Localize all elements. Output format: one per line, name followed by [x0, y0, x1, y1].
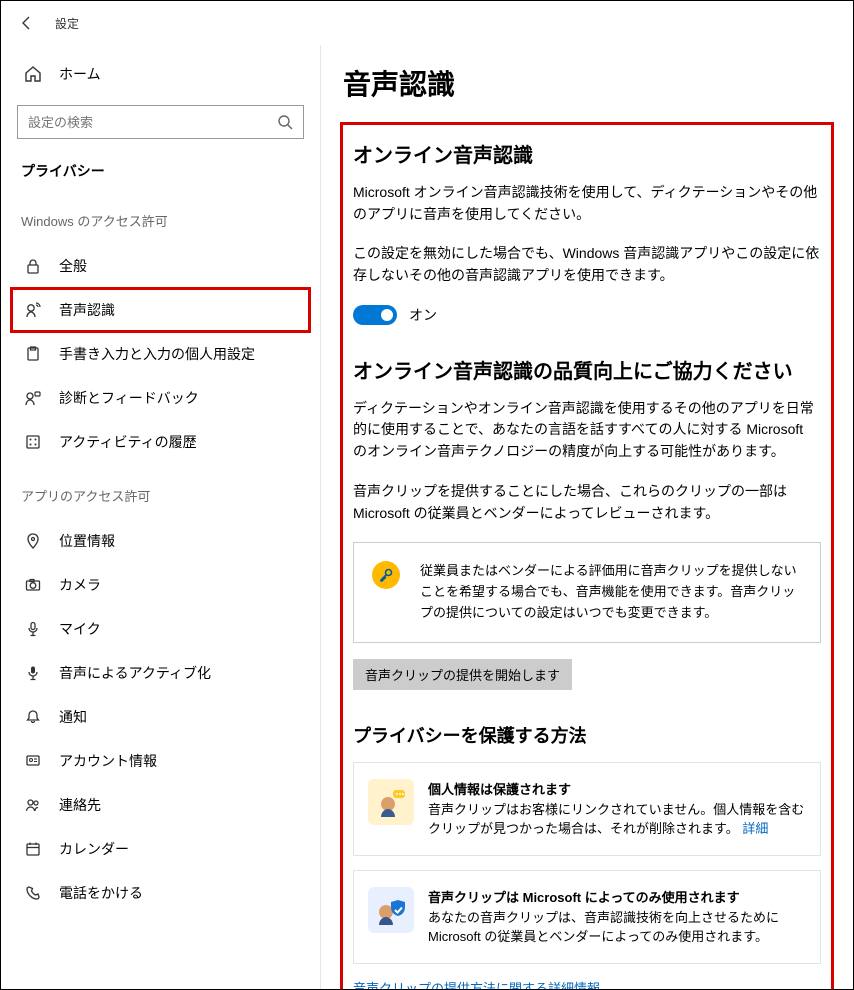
person-shield-icon	[368, 887, 414, 933]
titlebar: 設定	[1, 1, 853, 45]
person-chat-icon	[368, 779, 414, 825]
sidebar-item-label: 診断とフィードバック	[59, 388, 199, 408]
sidebar-item-mic[interactable]: マイク	[11, 607, 310, 651]
footer-learn-more-link[interactable]: 音声クリップの提供方法に関する詳細情報	[353, 978, 821, 989]
sidebar-item-label: 通知	[59, 707, 87, 727]
search-icon	[277, 114, 293, 130]
sidebar-item-account[interactable]: アカウント情報	[11, 739, 310, 783]
info-box: 従業員またはベンダーによる評価用に音声クリップを提供しないことを希望する場合でも…	[353, 542, 821, 642]
card1-learn-more-link[interactable]: 詳細	[742, 821, 768, 836]
search-box[interactable]	[17, 105, 304, 139]
card1-desc: 音声クリップはお客様にリンクされていません。個人情報を含むクリップが見つかった場…	[428, 800, 806, 839]
sidebar-item-label: カレンダー	[59, 839, 129, 859]
sidebar-item-label: 全般	[59, 256, 87, 276]
sidebar-item-label: アクティビティの履歴	[59, 432, 197, 452]
page-title: 音声認識	[343, 63, 831, 103]
feedback-icon	[21, 390, 45, 406]
card2-desc: あなたの音声クリップは、音声認識技術を向上させるために Microsoft の従…	[428, 908, 806, 947]
sidebar-item-label: 電話をかける	[59, 883, 143, 903]
sidebar-home[interactable]: ホーム	[11, 53, 310, 95]
highlighted-region: オンライン音声認識 Microsoft オンライン音声認識技術を使用して、ディク…	[343, 125, 831, 989]
home-icon	[21, 65, 45, 83]
sidebar-item-label: 連絡先	[59, 795, 101, 815]
account-icon	[21, 753, 45, 769]
speech-icon	[21, 302, 45, 318]
privacy-card-msonly: 音声クリップは Microsoft によってのみ使用されます あなたの音声クリッ…	[353, 870, 821, 964]
sidebar-item-phone[interactable]: 電話をかける	[11, 871, 310, 915]
back-button[interactable]	[13, 9, 41, 37]
sidebar-item-voice-activation[interactable]: 音声によるアクティブ化	[11, 651, 310, 695]
mic-icon	[21, 621, 45, 637]
info-box-text: 従業員またはベンダーによる評価用に音声クリップを提供しないことを希望する場合でも…	[420, 561, 802, 623]
contacts-icon	[21, 797, 45, 813]
sidebar-item-label: マイク	[59, 619, 101, 639]
sidebar-item-label: 位置情報	[59, 531, 115, 551]
sidebar-item-location[interactable]: 位置情報	[11, 519, 310, 563]
camera-icon	[21, 577, 45, 593]
section3-title: プライバシーを保護する方法	[353, 722, 821, 748]
sidebar-item-diag[interactable]: 診断とフィードバック	[11, 376, 310, 420]
section1-para1: Microsoft オンライン音声認識技術を使用して、ディクテーションやその他の…	[353, 182, 821, 225]
section2-para2: 音声クリップを提供することにした場合、これらのクリップの一部は Microsof…	[353, 481, 821, 524]
section1-title: オンライン音声認識	[353, 139, 821, 168]
sidebar-category-heading: プライバシー	[21, 161, 310, 181]
sidebar-item-calendar[interactable]: カレンダー	[11, 827, 310, 871]
sidebar-home-label: ホーム	[59, 64, 101, 84]
sidebar-item-contacts[interactable]: 連絡先	[11, 783, 310, 827]
group-label-apps: アプリのアクセス許可	[21, 486, 310, 505]
sidebar-item-activity[interactable]: アクティビティの履歴	[11, 420, 310, 464]
toggle-state-label: オン	[409, 305, 437, 325]
toggle-knob	[381, 309, 393, 321]
sidebar-item-general[interactable]: 全般	[11, 244, 310, 288]
content: 音声認識 オンライン音声認識 Microsoft オンライン音声認識技術を使用し…	[321, 45, 853, 989]
sidebar: ホーム プライバシー Windows のアクセス許可 全般 音声認識 手書き入力…	[1, 45, 321, 989]
sidebar-item-speech[interactable]: 音声認識	[11, 288, 310, 332]
titlebar-title: 設定	[55, 15, 79, 32]
section1-para2: この設定を無効にした場合でも、Windows 音声認識アプリやこの設定に依存しな…	[353, 243, 821, 286]
online-speech-toggle[interactable]	[353, 305, 397, 325]
arrow-left-icon	[19, 15, 35, 31]
privacy-card-protected: 個人情報は保護されます 音声クリップはお客様にリンクされていません。個人情報を含…	[353, 762, 821, 856]
search-input[interactable]	[28, 115, 277, 130]
voice-activation-icon	[21, 665, 45, 681]
card1-title: 個人情報は保護されます	[428, 779, 806, 798]
sidebar-item-label: 手書き入力と入力の個人用設定	[59, 344, 255, 364]
clipboard-icon	[21, 346, 45, 362]
sidebar-item-label: 音声認識	[59, 300, 115, 320]
section2-para1: ディクテーションやオンライン音声認識を使用するその他のアプリを日常的に使用するこ…	[353, 398, 821, 463]
sidebar-item-ink[interactable]: 手書き入力と入力の個人用設定	[11, 332, 310, 376]
group-label-windows: Windows のアクセス許可	[21, 211, 310, 230]
section2-title: オンライン音声認識の品質向上にご協力ください	[353, 355, 821, 384]
sidebar-item-camera[interactable]: カメラ	[11, 563, 310, 607]
key-icon	[372, 561, 400, 589]
calendar-icon	[21, 841, 45, 857]
location-icon	[21, 533, 45, 549]
sidebar-item-label: アカウント情報	[59, 751, 157, 771]
sidebar-item-label: 音声によるアクティブ化	[59, 663, 211, 683]
sidebar-item-notifications[interactable]: 通知	[11, 695, 310, 739]
phone-icon	[21, 885, 45, 901]
card2-title: 音声クリップは Microsoft によってのみ使用されます	[428, 887, 806, 906]
sidebar-item-label: カメラ	[59, 575, 101, 595]
start-contribute-button[interactable]: 音声クリップの提供を開始します	[353, 659, 572, 690]
lock-icon	[21, 258, 45, 274]
activity-icon	[21, 434, 45, 450]
bell-icon	[21, 709, 45, 725]
